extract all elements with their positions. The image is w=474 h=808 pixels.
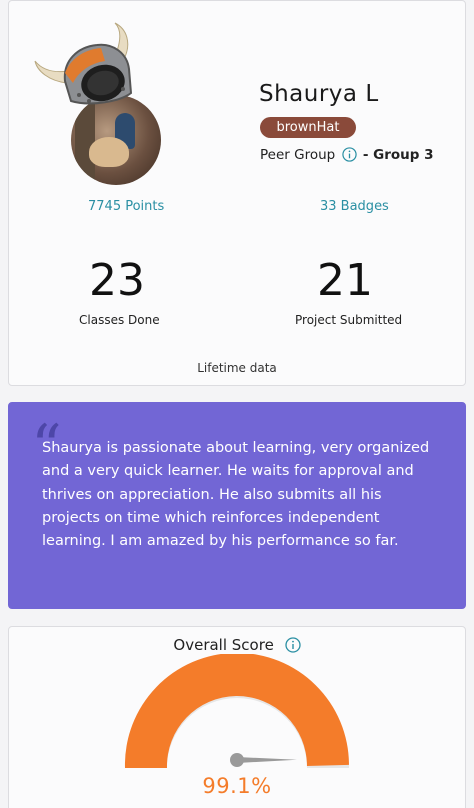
gauge-needle bbox=[230, 753, 297, 767]
avatar[interactable] bbox=[31, 21, 171, 186]
classes-done-value: 23 bbox=[89, 255, 145, 306]
points-link[interactable]: 7745 Points bbox=[88, 199, 164, 214]
testimonial-card: “ Shaurya is passionate about learning, … bbox=[8, 402, 466, 609]
hat-badge: brownHat bbox=[260, 117, 356, 138]
peer-group-value: - Group 3 bbox=[362, 147, 434, 163]
peer-group-label: Peer Group bbox=[260, 147, 336, 163]
projects-submitted-label: Project Submitted bbox=[295, 313, 403, 327]
viking-helmet-icon bbox=[34, 22, 133, 105]
overall-score-label: Overall Score bbox=[173, 636, 274, 654]
profile-card: Shaurya L brownHat Peer Group - Group 3 … bbox=[8, 0, 466, 386]
lifetime-data-label: Lifetime data bbox=[197, 361, 277, 375]
testimonial-text: Shaurya is passionate about learning, ve… bbox=[42, 440, 430, 550]
projects-submitted-value: 21 bbox=[317, 255, 373, 306]
overall-score-value: 99.1% bbox=[202, 774, 272, 798]
classes-done-label: Classes Done bbox=[79, 313, 160, 327]
gauge-fill bbox=[124, 654, 349, 768]
overall-score-title: Overall Score bbox=[0, 636, 474, 654]
score-gauge bbox=[124, 654, 349, 768]
info-icon[interactable] bbox=[284, 637, 301, 653]
student-name: Shaurya L bbox=[259, 81, 379, 107]
badges-link[interactable]: 33 Badges bbox=[320, 199, 389, 214]
peer-group: Peer Group - Group 3 bbox=[260, 147, 434, 163]
info-icon[interactable] bbox=[341, 147, 357, 162]
